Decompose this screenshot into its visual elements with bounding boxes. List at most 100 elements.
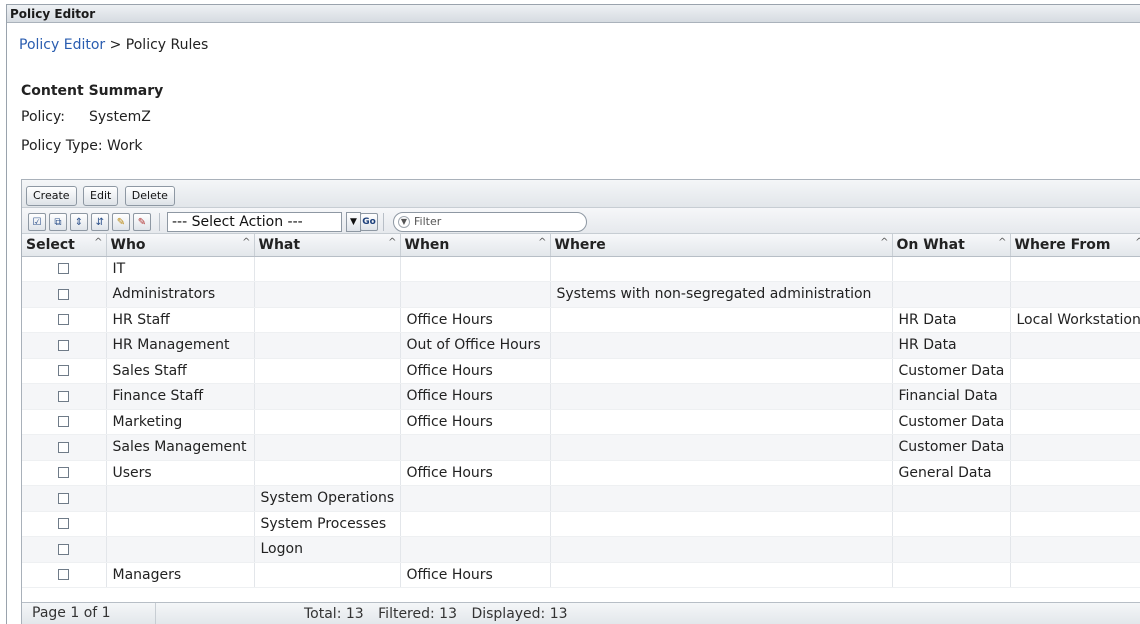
table-row[interactable]: Sales Staff Office Hours Customer Data — [22, 358, 1140, 384]
column-header-what[interactable]: What ^ — [254, 234, 401, 257]
table-header-row: Select ^ Who ^ What ^ When ^ Where ^ On What ^… — [22, 234, 1140, 257]
row-select-cell — [22, 434, 107, 461]
cell-when: Office Hours — [400, 460, 551, 486]
select-action-value: --- Select Action --- — [172, 214, 303, 230]
breadcrumb-current: Policy Rules — [125, 37, 209, 53]
select-action-dropdown[interactable]: --- Select Action --- ▼ — [167, 212, 361, 232]
cell-when: Office Hours — [400, 383, 551, 410]
window-title: Policy Editor — [7, 5, 1140, 23]
cell-on-what: HR Data — [892, 332, 1011, 359]
sort-icon[interactable]: ^ — [998, 237, 1006, 248]
row-checkbox[interactable] — [58, 263, 70, 275]
row-checkbox[interactable] — [58, 467, 70, 479]
cell-on-what — [892, 256, 1011, 282]
table-row[interactable]: Administrators Systems with non-segregate… — [22, 281, 1140, 308]
row-checkbox[interactable] — [58, 441, 70, 453]
cell-what — [254, 332, 401, 359]
sort-icon[interactable]: ^ — [94, 237, 102, 248]
row-checkbox[interactable] — [58, 365, 70, 377]
select-all-icon[interactable]: ☑ — [28, 213, 46, 231]
cell-where — [550, 307, 893, 333]
cell-who: IT — [106, 256, 255, 282]
rules-table: Select ^ Who ^ What ^ When ^ Where ^ On What ^… — [22, 234, 1140, 588]
row-checkbox[interactable] — [58, 390, 70, 402]
cell-where-from — [1010, 434, 1140, 461]
row-select-cell — [22, 256, 107, 282]
delete-button[interactable]: Delete — [124, 186, 175, 206]
cell-where — [550, 409, 893, 435]
cell-where — [550, 332, 893, 359]
row-checkbox[interactable] — [58, 492, 70, 504]
cell-on-what: Customer Data — [892, 409, 1011, 435]
table-row[interactable]: IT — [22, 256, 1140, 282]
filter-dropdown-icon[interactable]: ▼ — [398, 216, 410, 228]
table-row[interactable]: Sales Management Customer Data — [22, 434, 1140, 461]
row-checkbox[interactable] — [58, 416, 70, 428]
cell-who: Administrators — [106, 281, 255, 308]
table-row[interactable]: System Processes — [22, 511, 1140, 537]
table-row[interactable]: Users Office Hours General Data — [22, 460, 1140, 486]
table-row[interactable]: Marketing Office Hours Customer Data — [22, 409, 1140, 435]
cell-on-what — [892, 536, 1011, 563]
cell-where-from — [1010, 536, 1140, 563]
table-row[interactable]: HR Management Out of Office Hours HR Data — [22, 332, 1140, 359]
row-checkbox[interactable] — [58, 518, 70, 530]
create-button[interactable]: Create — [26, 186, 77, 206]
table-row[interactable]: Managers Office Hours — [22, 562, 1140, 588]
column-header-select[interactable]: Select ^ — [22, 234, 107, 257]
go-button[interactable]: Go — [360, 213, 378, 231]
collapse-rows-icon[interactable]: ⇵ — [91, 213, 109, 231]
table-row[interactable]: Finance Staff Office Hours Financial Data — [22, 383, 1140, 410]
sort-icon[interactable]: ^ — [538, 237, 546, 248]
sort-icon[interactable]: ^ — [1135, 237, 1140, 248]
highlight-icon[interactable]: ✎ — [112, 213, 130, 231]
filter-input[interactable]: ▼ Filter — [393, 212, 587, 232]
column-header-when[interactable]: When ^ — [400, 234, 551, 257]
row-select-cell — [22, 562, 107, 588]
table-row[interactable]: Logon — [22, 536, 1140, 563]
copy-icon[interactable]: ⧉ — [49, 213, 67, 231]
row-checkbox[interactable] — [58, 543, 70, 555]
expand-rows-icon[interactable]: ⇕ — [70, 213, 88, 231]
row-checkbox[interactable] — [58, 314, 70, 326]
cell-when: Office Hours — [400, 562, 551, 588]
row-checkbox[interactable] — [58, 569, 70, 581]
column-header-where[interactable]: Where ^ — [550, 234, 893, 257]
column-header-where-from[interactable]: Where From^ — [1010, 234, 1140, 257]
cell-where-from — [1010, 281, 1140, 308]
sort-icon[interactable]: ^ — [880, 237, 888, 248]
row-select-cell — [22, 536, 107, 563]
cell-where-from — [1010, 485, 1140, 512]
column-header-on-what[interactable]: On What ^ — [892, 234, 1011, 257]
row-select-cell — [22, 383, 107, 410]
sort-icon[interactable]: ^ — [388, 237, 396, 248]
cell-when — [400, 281, 551, 308]
table-row[interactable]: HR Staff Office Hours HR Data Local Worksta… — [22, 307, 1140, 333]
content-summary-heading: Content Summary — [21, 83, 164, 99]
chevron-down-icon[interactable]: ▼ — [346, 212, 361, 232]
cell-who — [106, 536, 255, 563]
edit-button[interactable]: Edit — [83, 186, 119, 206]
sort-icon[interactable]: ^ — [242, 237, 250, 248]
table-body: IT Administrators Systems with non-segrega… — [22, 256, 1140, 588]
cell-what — [254, 460, 401, 486]
clear-highlight-icon[interactable]: ✎ — [133, 213, 151, 231]
row-checkbox[interactable] — [58, 339, 70, 351]
cell-what: System Processes — [254, 511, 401, 537]
cell-when — [400, 536, 551, 563]
column-header-who[interactable]: Who ^ — [106, 234, 255, 257]
grid-footer: Page 1 of 1 Total: 13 Filtered: 13 Displ… — [22, 602, 1140, 624]
breadcrumb-link-policy-editor[interactable]: Policy Editor — [19, 37, 105, 53]
cell-on-what: HR Data — [892, 307, 1011, 333]
policy-type-label: Policy Type: — [21, 138, 103, 154]
cell-where-from — [1010, 562, 1140, 588]
cell-who: Marketing — [106, 409, 255, 435]
cell-what — [254, 434, 401, 461]
row-checkbox[interactable] — [58, 288, 70, 300]
cell-where-from — [1010, 358, 1140, 384]
toolbar-separator — [159, 213, 160, 231]
table-row[interactable]: System Operations — [22, 485, 1140, 512]
policy-type-value: Work — [107, 138, 143, 154]
cell-on-what: Customer Data — [892, 434, 1011, 461]
cell-what — [254, 281, 401, 308]
